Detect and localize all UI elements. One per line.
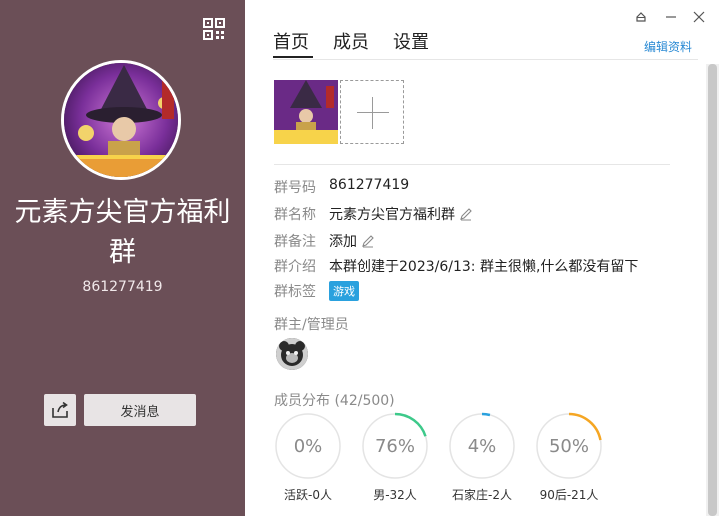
admins-header: 群主/管理员 [274, 317, 349, 333]
active-tab-indicator [273, 56, 313, 58]
member-distribution-title: 成员分布 [274, 393, 330, 409]
divider [274, 164, 670, 165]
distribution-ring: 0% [274, 412, 342, 480]
group-tags-label: 群标签 [274, 284, 316, 300]
group-id-label: 群号码 [274, 180, 316, 196]
ring-percent: 4% [467, 436, 497, 457]
minimize-button[interactable] [662, 8, 680, 26]
tab-settings[interactable]: 设置 [393, 28, 429, 54]
group-name-title: 元素方尖官方福利群 [14, 197, 231, 268]
left-panel: 元素方尖官方福利群 861277419 发消息 [0, 0, 245, 516]
ring-percent: 50% [548, 436, 589, 457]
group-remark-value[interactable]: 添加 [329, 231, 375, 251]
distribution-ring: 4% [448, 412, 516, 480]
group-intro-value: 本群创建于2023/6/13: 群主很懒,什么都没有留下 [329, 256, 638, 276]
ring-label: 90后-21人 [539, 488, 599, 502]
tab-home[interactable]: 首页 [273, 28, 309, 54]
ring-percent: 76% [374, 436, 415, 457]
share-icon [52, 401, 68, 418]
group-photo-thumbnail[interactable] [274, 80, 338, 144]
group-avatar[interactable] [61, 60, 181, 180]
pin-button[interactable] [632, 8, 650, 26]
send-message-button[interactable]: 发消息 [84, 394, 196, 426]
group-intro-label: 群介绍 [274, 259, 316, 275]
minimize-icon [666, 16, 676, 18]
group-name-value: 元素方尖官方福利群 [329, 204, 473, 224]
pencil-icon[interactable] [361, 234, 375, 248]
member-distribution-header: 成员分布 (42/500) [274, 390, 395, 410]
tab-members[interactable]: 成员 [333, 28, 369, 54]
pin-icon [636, 12, 646, 22]
ring-label: 活跃-0人 [284, 488, 332, 502]
ring-label: 男-32人 [373, 488, 417, 502]
share-button[interactable] [44, 394, 76, 426]
group-name-text: 元素方尖官方福利群 [329, 207, 455, 223]
group-tags-value: 游戏 [329, 281, 359, 301]
distribution-ring: 50% [535, 412, 603, 480]
admin-avatar[interactable] [276, 338, 308, 370]
group-intro-text: 本群创建于2023/6/13: 群主很懒,什么都没有留下 [329, 259, 639, 275]
group-id-text: 861277419 [329, 177, 410, 193]
group-name-label: 群名称 [274, 207, 316, 223]
edit-profile-link[interactable]: 编辑资料 [644, 38, 692, 55]
pencil-icon[interactable] [459, 207, 473, 221]
tag-badge[interactable]: 游戏 [329, 281, 359, 301]
add-remark-text[interactable]: 添加 [329, 231, 357, 251]
close-button[interactable] [690, 8, 708, 26]
ring-percent: 0% [293, 436, 323, 457]
scrollbar-thumb[interactable] [708, 64, 717, 516]
close-icon [693, 11, 705, 23]
tab-divider [273, 59, 698, 60]
group-remark-label: 群备注 [274, 234, 316, 250]
qr-code-icon[interactable] [203, 18, 225, 40]
group-id-value: 861277419 [329, 177, 409, 193]
ring-label: 石家庄-2人 [452, 488, 512, 502]
distribution-ring: 76% [361, 412, 429, 480]
add-photo-button[interactable] [340, 80, 404, 144]
member-count: (42/500) [334, 393, 395, 409]
group-number: 861277419 [82, 279, 163, 295]
